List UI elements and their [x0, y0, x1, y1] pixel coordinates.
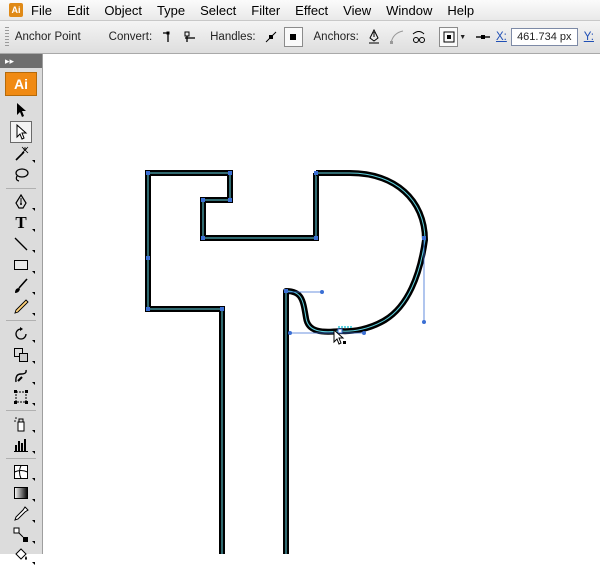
- menu-file[interactable]: File: [31, 3, 52, 18]
- hide-handles-button[interactable]: [283, 27, 303, 47]
- mesh-icon: [14, 465, 28, 479]
- menu-effect[interactable]: Effect: [295, 3, 328, 18]
- control-bar-grip[interactable]: [5, 27, 9, 47]
- warp-tool[interactable]: [10, 366, 32, 386]
- magic-wand-icon: [15, 146, 29, 161]
- remove-anchor-icon: [369, 29, 380, 44]
- live-paint-bucket-icon: [15, 548, 27, 560]
- isolate-dropdown-icon[interactable]: ▼: [459, 34, 466, 41]
- rotate-tool[interactable]: [10, 324, 32, 344]
- paintbrush-icon: [15, 278, 28, 293]
- pencil-tool[interactable]: [10, 297, 32, 317]
- rotate-icon: [15, 327, 27, 340]
- align-button[interactable]: [474, 27, 493, 47]
- rectangle-tool[interactable]: [10, 255, 32, 275]
- type-icon: T: [15, 213, 27, 232]
- gradient-tool[interactable]: [10, 483, 32, 503]
- tools-panel-header[interactable]: ▸▸: [0, 54, 42, 68]
- menu-edit[interactable]: Edit: [67, 3, 89, 18]
- pen-tool[interactable]: [10, 192, 32, 212]
- eyedropper-tool[interactable]: [10, 504, 32, 524]
- direct-selection-arrow-icon: [16, 124, 28, 140]
- scale-icon: [14, 348, 28, 362]
- lasso-icon: [15, 168, 29, 182]
- convert-to-smooth-button[interactable]: [180, 27, 199, 47]
- connect-anchors-button[interactable]: [387, 27, 406, 47]
- direct-selection-tool[interactable]: [10, 121, 32, 143]
- convert-smooth-icon: [184, 31, 195, 42]
- lasso-tool[interactable]: [10, 165, 32, 185]
- isolate-icon: [443, 31, 455, 43]
- menu-help[interactable]: Help: [447, 3, 474, 18]
- y-label: Y:: [583, 31, 594, 43]
- menu-window[interactable]: Window: [386, 3, 432, 18]
- convert-label: Convert:: [108, 31, 153, 43]
- handles-label: Handles:: [210, 31, 256, 43]
- blend-icon: [13, 527, 28, 542]
- convert-corner-icon: [162, 31, 170, 42]
- anchors-label: Anchors:: [313, 31, 359, 43]
- isolate-button[interactable]: [439, 27, 459, 47]
- handles-icon: [265, 31, 277, 43]
- selection-arrow-icon: [17, 103, 26, 117]
- tools-panel: ▸▸ Ai T: [0, 54, 43, 560]
- scale-tool[interactable]: [10, 345, 32, 365]
- free-transform-icon: [14, 390, 28, 404]
- selection-tool[interactable]: [10, 100, 32, 120]
- rectangle-icon: [14, 260, 28, 270]
- path-t-shape[interactable]: [145, 170, 319, 554]
- remove-anchor-button[interactable]: [365, 27, 384, 47]
- menu-object[interactable]: Object: [104, 3, 142, 18]
- line-segment-tool[interactable]: [10, 234, 32, 254]
- line-segment-icon: [14, 237, 28, 251]
- convert-to-corner-button[interactable]: [158, 27, 177, 47]
- free-transform-tool[interactable]: [10, 387, 32, 407]
- column-graph-icon: [14, 439, 28, 452]
- menu-select[interactable]: Select: [200, 3, 236, 18]
- app-icon[interactable]: Ai: [9, 3, 23, 17]
- cut-path-icon: [412, 31, 425, 43]
- artboard-canvas[interactable]: [43, 54, 600, 554]
- path-bowl-shape[interactable]: [283, 170, 428, 554]
- magic-wand-tool[interactable]: [10, 144, 32, 164]
- x-coordinate-input[interactable]: 461.734 px: [510, 28, 578, 46]
- anchor-square-icon: [290, 34, 297, 40]
- symbol-sprayer-icon: [14, 417, 25, 432]
- menu-bar: Ai File Edit Object Type Select Filter E…: [0, 0, 600, 21]
- control-bar: Anchor Point Convert: Handles: Anchors:: [0, 21, 600, 54]
- eyedropper-icon: [14, 506, 29, 521]
- show-handles-button[interactable]: [262, 27, 281, 47]
- warp-icon: [15, 369, 27, 383]
- menu-type[interactable]: Type: [157, 3, 185, 18]
- column-graph-tool[interactable]: [10, 435, 32, 455]
- x-label: X:: [495, 31, 507, 43]
- live-paint-tool[interactable]: [10, 546, 32, 566]
- pen-nib-icon: [15, 194, 27, 209]
- mesh-tool[interactable]: [10, 462, 32, 482]
- menu-view[interactable]: View: [343, 3, 371, 18]
- menu-filter[interactable]: Filter: [251, 3, 280, 18]
- symbol-sprayer-tool[interactable]: [10, 414, 32, 434]
- type-tool[interactable]: T: [10, 213, 32, 233]
- tool-name-label: Anchor Point: [14, 31, 81, 43]
- gradient-icon: [14, 487, 28, 499]
- letter-path-artwork[interactable]: [43, 54, 600, 554]
- align-icon: [476, 35, 491, 39]
- pencil-icon: [14, 299, 29, 314]
- paintbrush-tool[interactable]: [10, 276, 32, 296]
- cut-path-button[interactable]: [409, 27, 428, 47]
- illustrator-logo: Ai: [5, 72, 37, 96]
- connect-anchors-icon: [389, 30, 403, 44]
- blend-tool[interactable]: [10, 525, 32, 545]
